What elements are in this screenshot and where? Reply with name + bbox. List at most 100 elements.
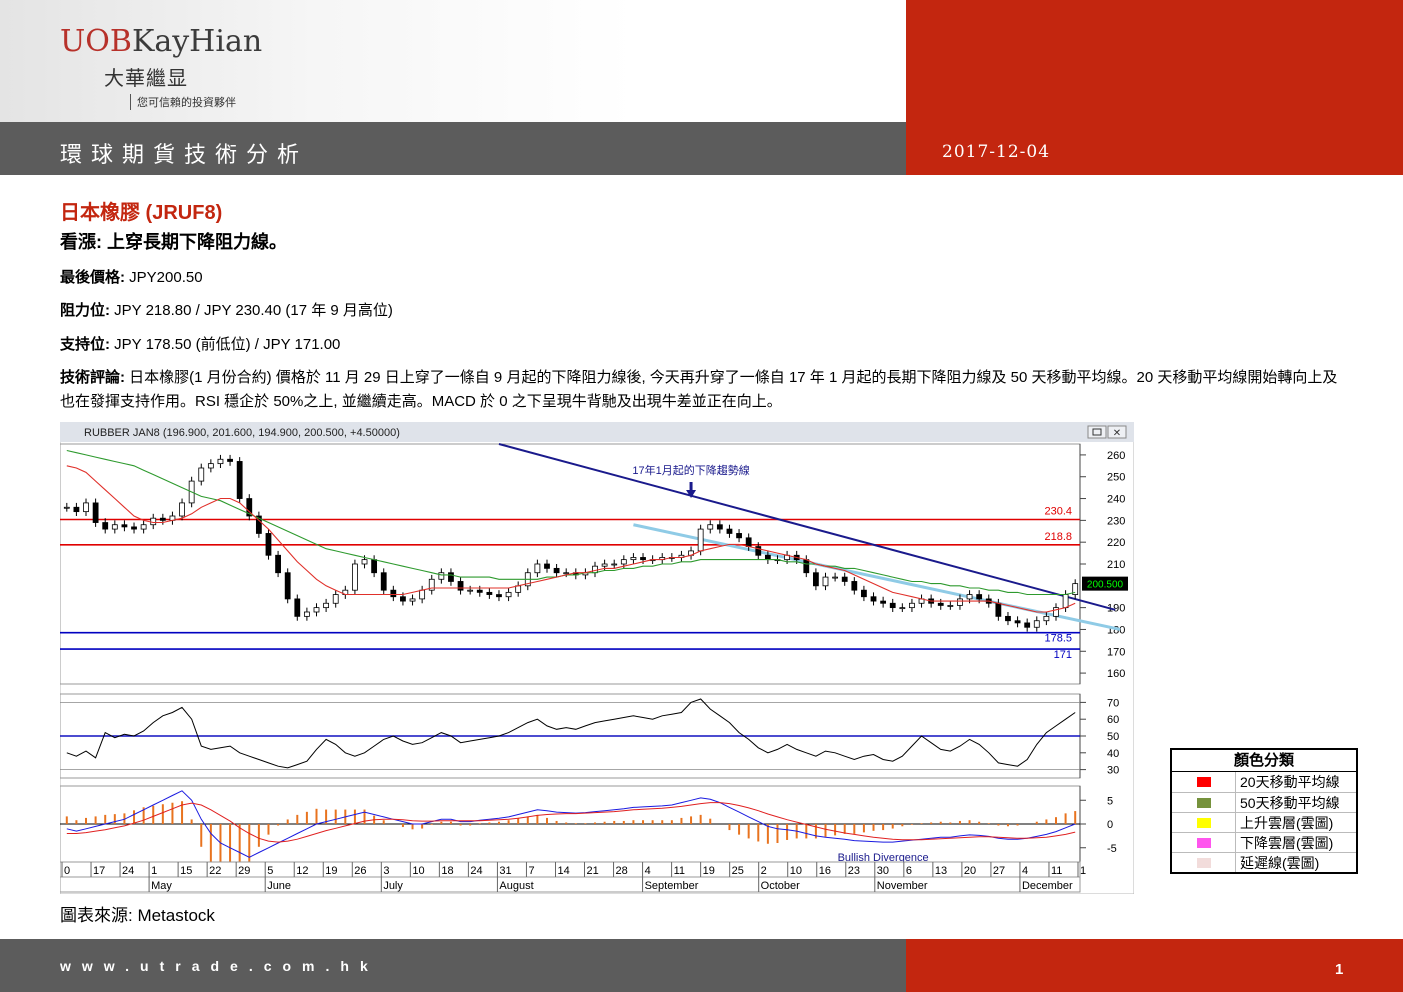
date-tick-label: 6 xyxy=(906,865,912,877)
trendline-annotation: 17年1月起的下降趨勢線 xyxy=(632,463,749,477)
date-tick-label: 24 xyxy=(122,865,134,877)
candle-body xyxy=(764,554,771,561)
rsi-axis-tick-label: 50 xyxy=(1107,731,1119,743)
candle-body xyxy=(409,598,416,602)
candle-body xyxy=(553,567,560,574)
candle-body xyxy=(861,589,867,598)
candle-body xyxy=(534,563,541,574)
month-label: May xyxy=(151,880,172,892)
candle-body xyxy=(1062,594,1069,609)
legend-label: 50天移動平均線 xyxy=(1240,795,1340,811)
logo-slogan: 您可信賴的投資夥伴 xyxy=(130,94,236,110)
date-tick-label: 29 xyxy=(238,865,250,877)
price-chart: RUBBER JAN8 (196.900, 201.600, 194.900, … xyxy=(60,422,1134,894)
date-tick-label: 23 xyxy=(848,865,860,877)
rsi-axis-tick-label: 40 xyxy=(1107,748,1119,760)
candle-body xyxy=(313,607,320,613)
candle-body xyxy=(380,572,387,591)
candle-body xyxy=(745,537,752,547)
candle-body xyxy=(121,524,128,528)
candle-body xyxy=(476,589,483,593)
header-red-block xyxy=(906,0,1403,122)
candle-body xyxy=(361,559,368,565)
candle-body xyxy=(390,589,397,598)
macd-axis-tick-label: -5 xyxy=(1107,843,1117,855)
legend-title: 顏色分類 xyxy=(1172,750,1356,772)
candle-body xyxy=(630,557,637,561)
rsi-axis-tick-label: 70 xyxy=(1107,697,1119,709)
candle-body xyxy=(83,502,89,513)
macd-axis-tick-label: 5 xyxy=(1107,795,1113,807)
candle-body xyxy=(73,506,80,513)
candle-body xyxy=(880,600,887,604)
candle-body xyxy=(995,602,1002,617)
legend-rows: 20天移動平均線 50天移動平均線 上升雲層(雲圖) 下降雲層(雲圖) 延遲線(雲圖) xyxy=(1172,772,1356,872)
candle-body xyxy=(1033,620,1040,628)
candle-body xyxy=(544,563,550,569)
last-value-label: 200.500 xyxy=(1087,580,1124,591)
month-label: July xyxy=(383,880,403,892)
month-label: August xyxy=(499,880,533,892)
report-date: 2017-12-04 xyxy=(942,142,1051,162)
price-axis-tick-label: 240 xyxy=(1107,494,1125,506)
candle-body xyxy=(92,502,99,523)
rsi-axis-tick-label: 30 xyxy=(1107,765,1119,777)
legend-swatch xyxy=(1172,813,1236,832)
price-plot-area xyxy=(60,443,1081,685)
candle-body xyxy=(947,605,954,607)
legend-label: 上升雲層(雲圖) xyxy=(1240,815,1334,831)
last-price-line: 最後價格: JPY200.50 xyxy=(60,266,203,287)
candle-body xyxy=(496,594,502,598)
macd-panel: 50-5Bullish Divergence xyxy=(60,785,1117,869)
logo-chinese-name: 大華繼显 xyxy=(104,66,188,90)
support-label: 支持位: xyxy=(60,336,110,353)
candle-body xyxy=(486,591,493,595)
last-price-value: JPY200.50 xyxy=(129,269,203,286)
support-line: 支持位: JPY 178.50 (前低位) / JPY 171.00 xyxy=(60,333,340,354)
price-panel: 260250240230220210190180170160230.4218.8… xyxy=(60,443,1128,685)
date-tick-label: 7 xyxy=(528,865,534,877)
logo-brand-b: KayHian xyxy=(131,24,263,59)
candle-body xyxy=(803,559,810,574)
candle-body xyxy=(851,581,858,591)
company-logo: UOBKayHian xyxy=(60,24,262,59)
candle-body xyxy=(294,598,301,617)
candle-body xyxy=(976,594,983,600)
candle-body xyxy=(102,522,109,530)
month-label: November xyxy=(877,880,928,892)
candle-body xyxy=(889,602,896,609)
month-label: December xyxy=(1022,880,1073,892)
date-tick-label: 2 xyxy=(761,865,767,877)
candle-body xyxy=(812,572,819,587)
candle-body xyxy=(1043,615,1050,622)
candle-body xyxy=(323,602,330,609)
product-title: 日本橡膠 (JRUF8) xyxy=(60,202,223,224)
resistance-label: 阻力位: xyxy=(60,302,110,319)
legend-label: 下降雲層(雲圖) xyxy=(1240,835,1334,851)
date-tick-label: 4 xyxy=(1022,865,1028,877)
candle-body xyxy=(236,461,243,499)
candle-body xyxy=(217,458,224,465)
date-tick-label: 17 xyxy=(93,865,105,877)
candle-body xyxy=(707,524,714,530)
date-tick-label: 4 xyxy=(645,865,651,877)
date-tick-label: 27 xyxy=(993,865,1005,877)
candle-body xyxy=(371,559,378,574)
last-price-label: 最後價格: xyxy=(60,269,125,286)
date-tick-label: 25 xyxy=(732,865,744,877)
footer-url[interactable]: www.utrade.com.hk xyxy=(60,958,379,974)
date-tick-label: 1 xyxy=(151,865,157,877)
candle-body xyxy=(265,533,272,556)
support-value: JPY 178.50 (前低位) / JPY 171.00 xyxy=(114,336,341,353)
candle-body xyxy=(419,589,426,600)
candle-body xyxy=(140,524,147,530)
candle-body xyxy=(207,463,214,469)
date-tick-label: 14 xyxy=(557,865,569,877)
maximize-icon[interactable] xyxy=(1087,425,1107,439)
legend-label: 20天移動平均線 xyxy=(1240,774,1340,790)
legend-swatch xyxy=(1172,853,1236,872)
candle-body xyxy=(909,602,915,609)
date-tick-label: 3 xyxy=(383,865,389,877)
candle-body xyxy=(957,598,963,606)
date-tick-label: 0 xyxy=(64,865,70,877)
